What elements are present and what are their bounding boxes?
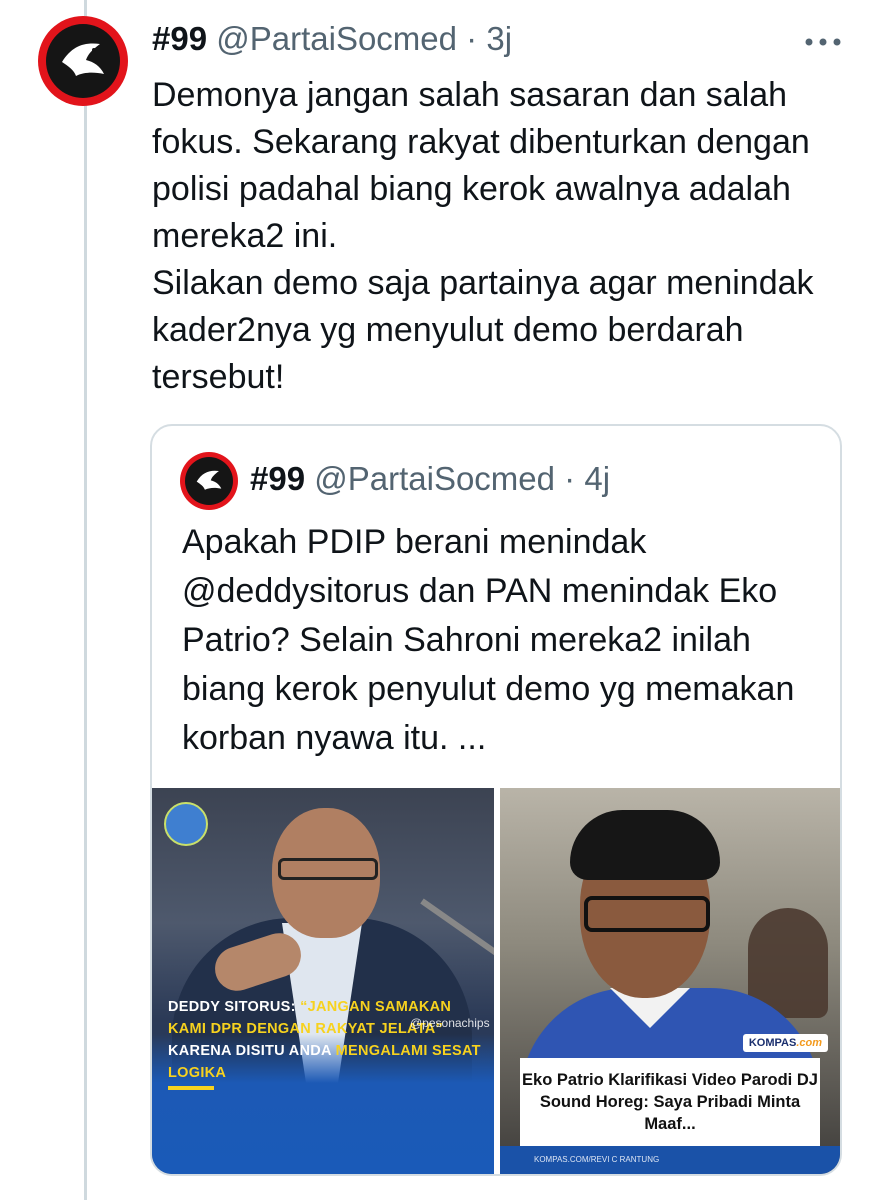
photo-credit: KOMPAS.COM/REVI C RANTUNG [534,1155,660,1164]
quoted-avatar[interactable] [180,452,238,510]
kompas-logo: KOMPAS.com [742,1034,828,1052]
logo-text: KOMPAS [748,1037,797,1049]
glasses-shape [278,858,378,880]
watermark: @pesonachips [410,1016,490,1030]
news-headline: Eko Patrio Klarifikasi Video Parodi DJ S… [522,1071,818,1133]
news-caption: DEDDY SITORUS: “JANGAN SAMAKAN KAMI DPR … [168,996,488,1084]
timestamp[interactable]: 3j [486,20,512,57]
more-horizontal-icon [805,38,841,46]
quoted-tweet-card[interactable]: #99 @PartaiSocmed · 4j Apakah PDIP beran… [150,424,842,1176]
dove-logo-icon [62,43,104,76]
tweet-header: #99 @PartaiSocmed · 3j [152,20,512,58]
avatar[interactable] [38,16,128,106]
thread-connector-line [84,0,87,1200]
accent-bar [168,1086,214,1090]
separator-dot: · [564,460,576,497]
more-options-button[interactable] [804,22,842,56]
media-grid: DEDDY SITORUS: “JANGAN SAMAKAN KAMI DPR … [152,788,840,1174]
quoted-header: #99 @PartaiSocmed · 4j [250,460,610,498]
user-handle[interactable]: @PartaiSocmed [216,20,457,57]
caption-part: DEDDY SITORUS: [168,999,301,1015]
dove-logo-icon [196,470,222,490]
tweet-body: Demonya jangan salah sasaran dan salah f… [152,72,852,401]
quoted-body: Apakah PDIP berani menindak @deddysitoru… [182,523,795,757]
logo-suffix: .com [796,1037,822,1049]
figure-hair [570,810,720,880]
pesonachips-badge-icon [164,802,208,846]
caption-part: KARENA DISITU ANDA [168,1043,336,1059]
quoted-display-name: #99 [250,460,306,497]
tweet-paragraph: Silakan demo saja partainya agar meninda… [152,264,814,396]
news-caption-box: Eko Patrio Klarifikasi Video Parodi DJ S… [520,1058,820,1146]
tweet-paragraph: Demonya jangan salah sasaran dan salah f… [152,76,810,255]
quoted-user-handle: @PartaiSocmed [314,460,555,497]
display-name[interactable]: #99 [152,20,207,57]
media-image-deddy[interactable]: DEDDY SITORUS: “JANGAN SAMAKAN KAMI DPR … [152,788,494,1174]
glasses-shape [584,896,710,932]
media-image-eko[interactable]: KOMPAS.com Eko Patrio Klarifikasi Video … [500,788,840,1174]
separator-dot: · [466,20,478,57]
quoted-timestamp: 4j [584,460,611,497]
